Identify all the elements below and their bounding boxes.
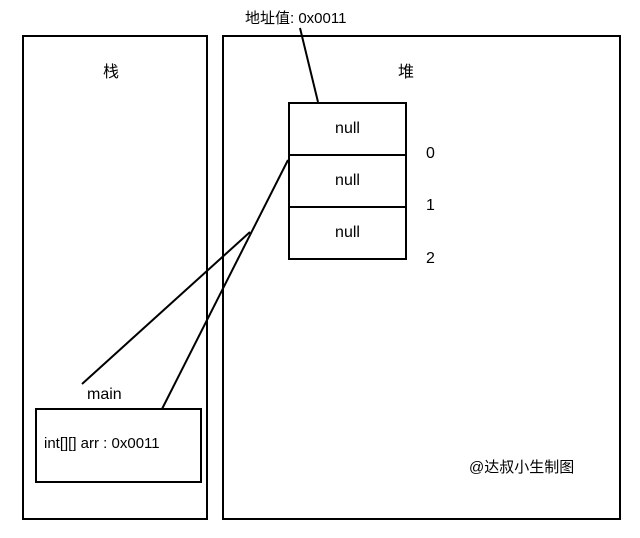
credit-text: @达叔小生制图 [469,456,574,477]
arr-variable: int[][] arr : 0x0011 [44,435,160,452]
stack-title: 栈 [103,58,119,82]
array-cell-1: null [288,154,407,208]
cell-value-1: null [335,172,360,190]
cell-index-0: 0 [426,145,435,163]
heap-title: 堆 [398,58,414,82]
cell-index-2: 2 [426,250,435,268]
address-label: 地址值: 0x0011 [245,7,346,28]
cell-index-1: 1 [426,197,435,215]
cell-value-2: null [335,224,360,242]
array-cell-0: null [288,102,407,156]
array-cell-2: null [288,206,407,260]
heap-box [222,35,621,520]
cell-value-0: null [335,120,360,138]
main-frame-label: main [87,386,122,404]
